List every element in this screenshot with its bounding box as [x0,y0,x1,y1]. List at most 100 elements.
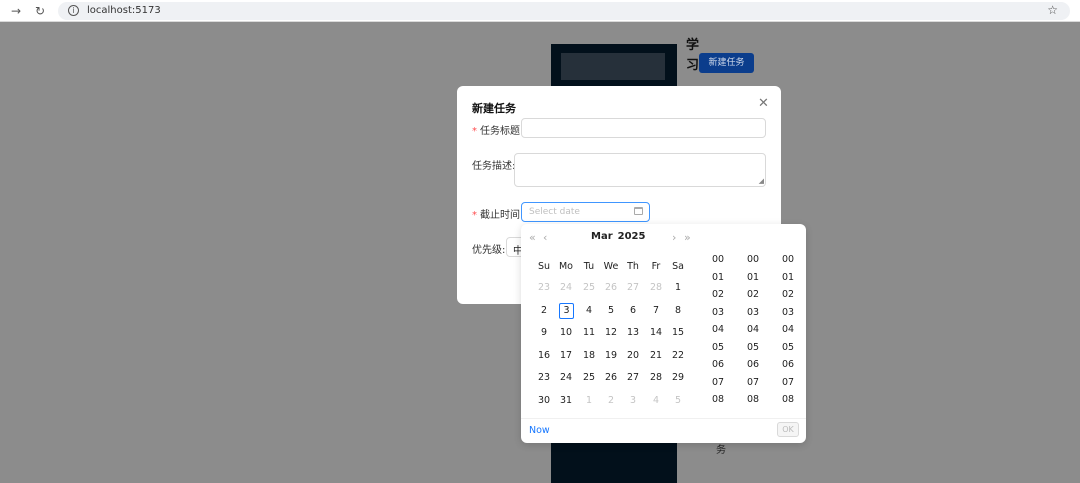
seconds-option[interactable]: 04 [771,324,805,335]
day-cell[interactable]: 31 [555,393,577,409]
seconds-option[interactable]: 07 [771,377,805,388]
address-bar[interactable]: i localhost:5173 [58,1,1070,20]
day-cell[interactable]: 28 [645,280,667,296]
day-cell[interactable]: 24 [555,280,577,296]
day-cell[interactable]: 13 [622,325,644,341]
day-cell[interactable]: 16 [533,348,555,364]
day-cell[interactable]: 9 [533,325,555,341]
day-cell[interactable]: 20 [622,348,644,364]
seconds-option[interactable]: 00 [771,254,805,265]
close-icon[interactable]: ✕ [758,96,769,111]
hours-option[interactable]: 01 [701,272,735,283]
day-cell[interactable]: 25 [578,370,600,386]
day-cell[interactable]: 30 [533,393,555,409]
deadline-date-input[interactable]: Select date [521,202,650,222]
hours-option[interactable]: 08 [701,394,735,405]
seconds-option[interactable]: 01 [771,272,805,283]
day-cell[interactable]: 12 [600,325,622,341]
day-cell[interactable]: 1 [578,393,600,409]
day-cell[interactable]: 26 [600,370,622,386]
site-info-icon[interactable]: i [68,5,79,16]
minutes-option[interactable]: 08 [736,394,770,405]
title-input[interactable] [521,118,766,138]
weekday-label: We [603,261,619,272]
day-cell[interactable]: 3 [622,393,644,409]
year-label[interactable]: 2025 [618,231,646,242]
minutes-option[interactable]: 01 [736,272,770,283]
minutes-option[interactable]: 04 [736,324,770,335]
day-cell[interactable]: 19 [600,348,622,364]
ok-button[interactable]: OK [777,422,799,437]
prev-month-icon[interactable]: ‹ [543,231,547,244]
day-cell-today[interactable]: 3 [559,303,574,319]
hours-option[interactable]: 03 [701,307,735,318]
minutes-option[interactable]: 05 [736,342,770,353]
day-cell[interactable]: 21 [645,348,667,364]
background-new-task-button: 新建任务 [699,53,754,73]
weekday-label: Mo [558,261,573,272]
seconds-option[interactable]: 06 [771,359,805,370]
day-cell[interactable]: 18 [578,348,600,364]
prev-year-icon[interactable]: « [529,231,536,244]
hours-option[interactable]: 00 [701,254,735,265]
hours-option[interactable]: 04 [701,324,735,335]
day-cell[interactable]: 26 [600,280,622,296]
day-cell[interactable]: 27 [622,280,644,296]
day-cell[interactable]: 4 [645,393,667,409]
weekday-label: Tu [583,261,595,272]
hours-option[interactable]: 06 [701,359,735,370]
weekday-label: Sa [672,261,684,272]
month-year-header[interactable]: Mar 2025 [591,231,650,242]
day-cell[interactable]: 6 [622,303,644,319]
title-label: * 任务标题: [472,126,524,137]
day-cell[interactable]: 29 [667,370,689,386]
day-cell[interactable]: 23 [533,280,555,296]
day-cell[interactable]: 27 [622,370,644,386]
forward-icon[interactable]: → [8,3,24,19]
hours-option[interactable]: 05 [701,342,735,353]
seconds-option[interactable]: 08 [771,394,805,405]
day-cell[interactable]: 25 [578,280,600,296]
next-year-icon[interactable]: » [684,231,691,244]
day-cell[interactable]: 22 [667,348,689,364]
now-button[interactable]: Now [529,425,550,436]
day-cell[interactable]: 1 [667,280,689,296]
day-cell[interactable]: 11 [578,325,600,341]
day-cell[interactable]: 7 [645,303,667,319]
day-cell[interactable]: 24 [555,370,577,386]
minutes-option[interactable]: 03 [736,307,770,318]
seconds-option[interactable]: 05 [771,342,805,353]
seconds-option[interactable]: 02 [771,289,805,300]
month-label[interactable]: Mar [591,231,613,242]
seconds-column[interactable]: 00 01 02 03 04 05 06 07 08 [771,254,805,414]
day-cell[interactable]: 8 [667,303,689,319]
bookmark-star-icon[interactable]: ☆ [1047,3,1058,17]
day-cell[interactable]: 4 [578,303,600,319]
reload-icon[interactable]: ↻ [32,3,48,19]
day-cell[interactable]: 5 [667,393,689,409]
seconds-option[interactable]: 03 [771,307,805,318]
minutes-option[interactable]: 02 [736,289,770,300]
day-cell[interactable]: 14 [645,325,667,341]
description-textarea[interactable]: ◢ [514,153,766,187]
modal-title: 新建任务 [472,102,516,115]
next-month-icon[interactable]: › [672,231,676,244]
day-cell[interactable]: 2 [600,393,622,409]
minutes-option[interactable]: 06 [736,359,770,370]
day-cell[interactable]: 2 [533,303,555,319]
minutes-option[interactable]: 00 [736,254,770,265]
day-cell[interactable]: 17 [555,348,577,364]
calendar-icon[interactable] [634,207,643,215]
day-cell[interactable]: 5 [600,303,622,319]
day-cell[interactable]: 28 [645,370,667,386]
day-cell[interactable]: 10 [555,325,577,341]
minutes-column[interactable]: 00 01 02 03 04 05 06 07 08 [736,254,770,414]
day-cell[interactable]: 15 [667,325,689,341]
day-cell[interactable]: 23 [533,370,555,386]
resize-handle-icon[interactable]: ◢ [759,178,764,185]
hours-option[interactable]: 02 [701,289,735,300]
hours-option[interactable]: 07 [701,377,735,388]
minutes-option[interactable]: 07 [736,377,770,388]
priority-label: 优先级: [472,245,506,256]
hours-column[interactable]: 00 01 02 03 04 05 06 07 08 [701,254,735,414]
